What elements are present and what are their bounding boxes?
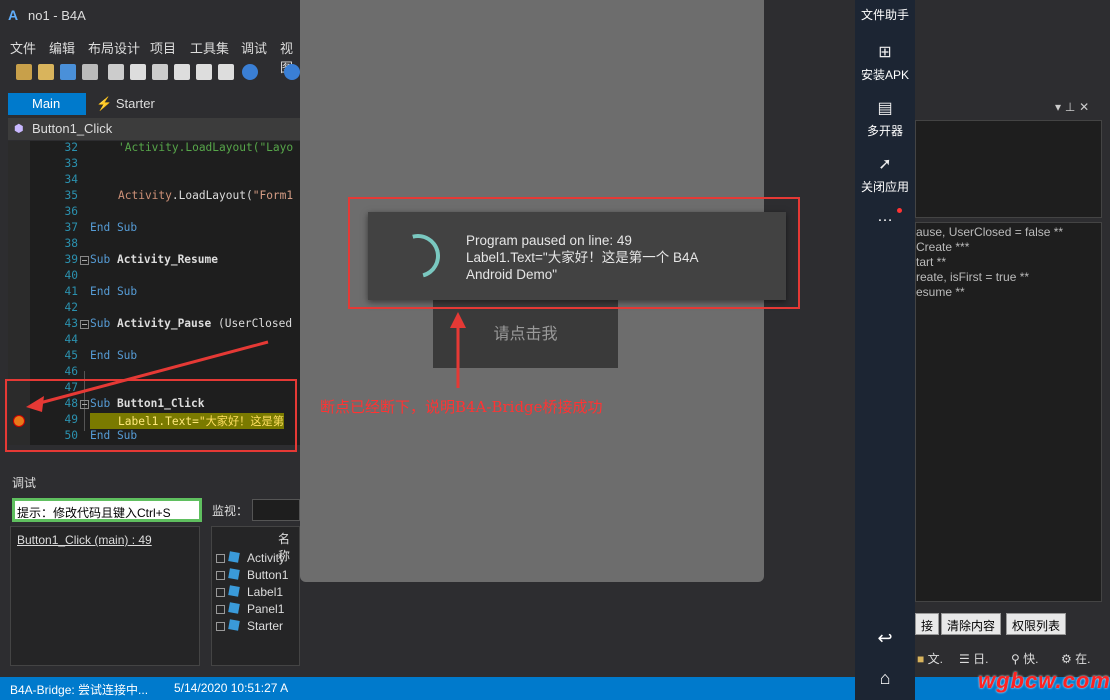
log-line: Create ***	[916, 240, 970, 254]
sidebar-item-file-helper[interactable]: 文件助手	[855, 6, 915, 23]
log-icon: ☰	[959, 652, 970, 666]
home-icon: ⌂	[879, 668, 891, 688]
arrow-to-breakpoint	[35, 340, 269, 406]
folder-icon: ■	[917, 652, 925, 666]
sidebar-item-install-apk[interactable]: ⊞ 安装APK	[855, 42, 915, 83]
annotation-text: 断点已经断下，说明B4A-Bridge桥接成功	[320, 398, 603, 416]
more-icon: …	[877, 208, 893, 225]
log-line: ause, UserClosed = false **	[916, 225, 1064, 239]
permissions-list-button[interactable]: 权限列表	[1006, 613, 1067, 635]
arrow-head-up	[450, 312, 466, 328]
panel-tabs: ■ 文. ☰ 日. ⚲ 快. ⚙ 在.	[915, 646, 1110, 670]
log-panel: ▾ ⊥ ✕ ause, UserClosed = false ** Create…	[915, 0, 1110, 677]
tab-online[interactable]: ⚙ 在.	[1061, 650, 1090, 667]
search-icon: ⚲	[1011, 652, 1020, 666]
more-button[interactable]: …	[855, 208, 915, 226]
log-line: reate, isFirst = true **	[916, 270, 1030, 284]
back-arrow-icon: ↩	[877, 628, 893, 648]
tools-icon: ⚙	[1061, 652, 1072, 666]
watermark-logo: wgbcw.com	[978, 668, 1110, 693]
install-apk-icon: ⊞	[878, 44, 892, 61]
rocket-icon: ➚	[878, 156, 892, 173]
log-line: esume **	[916, 285, 965, 299]
tab-log[interactable]: ☰ 日.	[959, 650, 988, 667]
sidebar-item-close-app[interactable]: ➚ 关闭应用	[855, 154, 915, 195]
b4a-ide-window: A no1 - B4A ⚲ — ☐ ✕ 文件 编辑 布局设计 项目 工具集 调试…	[0, 0, 1110, 700]
clear-content-button[interactable]: 清除内容	[941, 613, 1002, 635]
tab-quick[interactable]: ⚲ 快.	[1011, 650, 1038, 667]
connect-button[interactable]: 接	[915, 613, 940, 635]
home-nav-button[interactable]: ⌂	[855, 668, 915, 689]
log-upper-pane	[915, 120, 1102, 218]
arrow-head-left	[26, 396, 44, 412]
sidebar-item-multi-open[interactable]: ▤ 多开器	[855, 98, 915, 139]
panel-controls-icon[interactable]: ▾ ⊥ ✕	[1055, 100, 1089, 114]
back-nav-button[interactable]: ↩	[855, 628, 915, 649]
multi-open-icon: ▤	[877, 100, 893, 117]
tab-file[interactable]: ■ 文.	[917, 650, 943, 667]
notification-dot	[897, 208, 902, 213]
log-line: tart **	[916, 255, 947, 269]
log-lower-pane: ause, UserClosed = false ** Create *** t…	[915, 222, 1102, 602]
tool-sidebar: 文件助手 ⊞ 安装APK ▤ 多开器 ➚ 关闭应用 … ↩ ⌂	[855, 0, 915, 700]
